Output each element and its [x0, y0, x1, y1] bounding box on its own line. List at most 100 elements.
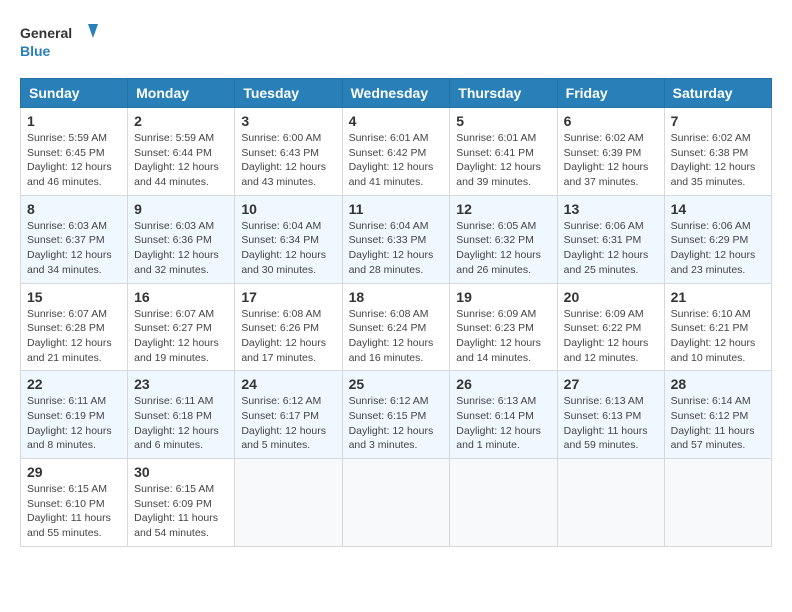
week-row-3: 15 Sunrise: 6:07 AMSunset: 6:28 PMDayligh…: [21, 283, 772, 371]
day-info: Sunrise: 6:13 AMSunset: 6:13 PMDaylight:…: [564, 394, 658, 453]
calendar-cell: 29 Sunrise: 6:15 AMSunset: 6:10 PMDayligh…: [21, 459, 128, 547]
calendar-cell: 5Sunrise: 6:01 AMSunset: 6:41 PMDaylight…: [450, 108, 557, 196]
day-info: Sunrise: 6:02 AMSunset: 6:39 PMDaylight:…: [564, 131, 658, 190]
day-info: Sunrise: 6:11 AMSunset: 6:19 PMDaylight:…: [27, 394, 121, 453]
day-info: Sunrise: 6:03 AMSunset: 6:37 PMDaylight:…: [27, 219, 121, 278]
calendar-cell: 21Sunrise: 6:10 AMSunset: 6:21 PMDayligh…: [664, 283, 771, 371]
calendar-cell: 24Sunrise: 6:12 AMSunset: 6:17 PMDayligh…: [235, 371, 342, 459]
day-info: Sunrise: 6:12 AMSunset: 6:15 PMDaylight:…: [349, 394, 444, 453]
calendar-cell: 26 Sunrise: 6:13 AMSunset: 6:14 PMDayligh…: [450, 371, 557, 459]
day-info: Sunrise: 6:08 AMSunset: 6:26 PMDaylight:…: [241, 307, 335, 366]
calendar-cell: 30Sunrise: 6:15 AMSunset: 6:09 PMDayligh…: [128, 459, 235, 547]
calendar-cell: 9 Sunrise: 6:03 AMSunset: 6:36 PMDaylight…: [128, 195, 235, 283]
column-header-sunday: Sunday: [21, 79, 128, 108]
column-header-tuesday: Tuesday: [235, 79, 342, 108]
day-info: Sunrise: 6:06 AMSunset: 6:29 PMDaylight:…: [671, 219, 765, 278]
day-number: 5: [456, 113, 550, 129]
day-number: 7: [671, 113, 765, 129]
day-info: Sunrise: 6:10 AMSunset: 6:21 PMDaylight:…: [671, 307, 765, 366]
day-info: Sunrise: 6:09 AMSunset: 6:22 PMDaylight:…: [564, 307, 658, 366]
calendar-cell: 13 Sunrise: 6:06 AMSunset: 6:31 PMDayligh…: [557, 195, 664, 283]
day-info: Sunrise: 6:03 AMSunset: 6:36 PMDaylight:…: [134, 219, 228, 278]
day-number: 9: [134, 201, 228, 217]
day-info: Sunrise: 6:08 AMSunset: 6:24 PMDaylight:…: [349, 307, 444, 366]
day-info: Sunrise: 6:13 AMSunset: 6:14 PMDaylight:…: [456, 394, 550, 453]
week-row-2: 8 Sunrise: 6:03 AMSunset: 6:37 PMDaylight…: [21, 195, 772, 283]
calendar-cell: 25Sunrise: 6:12 AMSunset: 6:15 PMDayligh…: [342, 371, 450, 459]
day-info: Sunrise: 6:04 AMSunset: 6:33 PMDaylight:…: [349, 219, 444, 278]
day-info: Sunrise: 6:04 AMSunset: 6:34 PMDaylight:…: [241, 219, 335, 278]
day-number: 18: [349, 289, 444, 305]
page-header: General Blue: [20, 20, 772, 68]
day-number: 27: [564, 376, 658, 392]
day-number: 13: [564, 201, 658, 217]
day-info: Sunrise: 6:05 AMSunset: 6:32 PMDaylight:…: [456, 219, 550, 278]
day-number: 2: [134, 113, 228, 129]
calendar-cell: [450, 459, 557, 547]
day-info: Sunrise: 5:59 AMSunset: 6:45 PMDaylight:…: [27, 131, 121, 190]
day-number: 8: [27, 201, 121, 217]
column-header-wednesday: Wednesday: [342, 79, 450, 108]
calendar-cell: 22 Sunrise: 6:11 AMSunset: 6:19 PMDayligh…: [21, 371, 128, 459]
calendar-header-row: SundayMondayTuesdayWednesdayThursdayFrid…: [21, 79, 772, 108]
day-number: 11: [349, 201, 444, 217]
day-info: Sunrise: 6:11 AMSunset: 6:18 PMDaylight:…: [134, 394, 228, 453]
column-header-friday: Friday: [557, 79, 664, 108]
calendar-cell: 27 Sunrise: 6:13 AMSunset: 6:13 PMDayligh…: [557, 371, 664, 459]
calendar-table: SundayMondayTuesdayWednesdayThursdayFrid…: [20, 78, 772, 547]
column-header-thursday: Thursday: [450, 79, 557, 108]
calendar-cell: 1 Sunrise: 5:59 AMSunset: 6:45 PMDaylight…: [21, 108, 128, 196]
day-number: 15: [27, 289, 121, 305]
day-number: 23: [134, 376, 228, 392]
week-row-4: 22 Sunrise: 6:11 AMSunset: 6:19 PMDayligh…: [21, 371, 772, 459]
day-info: Sunrise: 6:02 AMSunset: 6:38 PMDaylight:…: [671, 131, 765, 190]
calendar-cell: 3Sunrise: 6:00 AMSunset: 6:43 PMDaylight…: [235, 108, 342, 196]
week-row-1: 1 Sunrise: 5:59 AMSunset: 6:45 PMDaylight…: [21, 108, 772, 196]
calendar-cell: 14 Sunrise: 6:06 AMSunset: 6:29 PMDayligh…: [664, 195, 771, 283]
calendar-cell: 17 Sunrise: 6:08 AMSunset: 6:26 PMDayligh…: [235, 283, 342, 371]
day-info: Sunrise: 6:07 AMSunset: 6:27 PMDaylight:…: [134, 307, 228, 366]
day-info: Sunrise: 6:06 AMSunset: 6:31 PMDaylight:…: [564, 219, 658, 278]
day-info: Sunrise: 6:07 AMSunset: 6:28 PMDaylight:…: [27, 307, 121, 366]
day-number: 20: [564, 289, 658, 305]
calendar-cell: [235, 459, 342, 547]
day-number: 19: [456, 289, 550, 305]
day-info: Sunrise: 6:14 AMSunset: 6:12 PMDaylight:…: [671, 394, 765, 453]
calendar-cell: [557, 459, 664, 547]
calendar-cell: 23 Sunrise: 6:11 AMSunset: 6:18 PMDayligh…: [128, 371, 235, 459]
calendar-cell: 6 Sunrise: 6:02 AMSunset: 6:39 PMDaylight…: [557, 108, 664, 196]
calendar-cell: 15 Sunrise: 6:07 AMSunset: 6:28 PMDayligh…: [21, 283, 128, 371]
calendar-cell: 28Sunrise: 6:14 AMSunset: 6:12 PMDayligh…: [664, 371, 771, 459]
svg-text:Blue: Blue: [20, 43, 51, 59]
day-info: Sunrise: 6:00 AMSunset: 6:43 PMDaylight:…: [241, 131, 335, 190]
svg-text:General: General: [20, 25, 72, 41]
day-number: 29: [27, 464, 121, 480]
calendar-cell: 10Sunrise: 6:04 AMSunset: 6:34 PMDayligh…: [235, 195, 342, 283]
day-number: 24: [241, 376, 335, 392]
day-number: 4: [349, 113, 444, 129]
day-number: 14: [671, 201, 765, 217]
logo: General Blue: [20, 20, 100, 68]
column-header-saturday: Saturday: [664, 79, 771, 108]
day-number: 22: [27, 376, 121, 392]
calendar-cell: 18 Sunrise: 6:08 AMSunset: 6:24 PMDayligh…: [342, 283, 450, 371]
calendar-cell: 20 Sunrise: 6:09 AMSunset: 6:22 PMDayligh…: [557, 283, 664, 371]
day-number: 1: [27, 113, 121, 129]
day-number: 16: [134, 289, 228, 305]
calendar-cell: [342, 459, 450, 547]
week-row-5: 29 Sunrise: 6:15 AMSunset: 6:10 PMDayligh…: [21, 459, 772, 547]
calendar-cell: [664, 459, 771, 547]
calendar-cell: 16 Sunrise: 6:07 AMSunset: 6:27 PMDayligh…: [128, 283, 235, 371]
day-info: Sunrise: 6:09 AMSunset: 6:23 PMDaylight:…: [456, 307, 550, 366]
day-number: 6: [564, 113, 658, 129]
logo-svg: General Blue: [20, 20, 100, 68]
day-info: Sunrise: 6:15 AMSunset: 6:10 PMDaylight:…: [27, 482, 121, 541]
day-number: 26: [456, 376, 550, 392]
day-info: Sunrise: 5:59 AMSunset: 6:44 PMDaylight:…: [134, 131, 228, 190]
calendar-cell: 2 Sunrise: 5:59 AMSunset: 6:44 PMDaylight…: [128, 108, 235, 196]
day-number: 17: [241, 289, 335, 305]
column-header-monday: Monday: [128, 79, 235, 108]
calendar-cell: 7 Sunrise: 6:02 AMSunset: 6:38 PMDaylight…: [664, 108, 771, 196]
day-number: 12: [456, 201, 550, 217]
day-number: 30: [134, 464, 228, 480]
